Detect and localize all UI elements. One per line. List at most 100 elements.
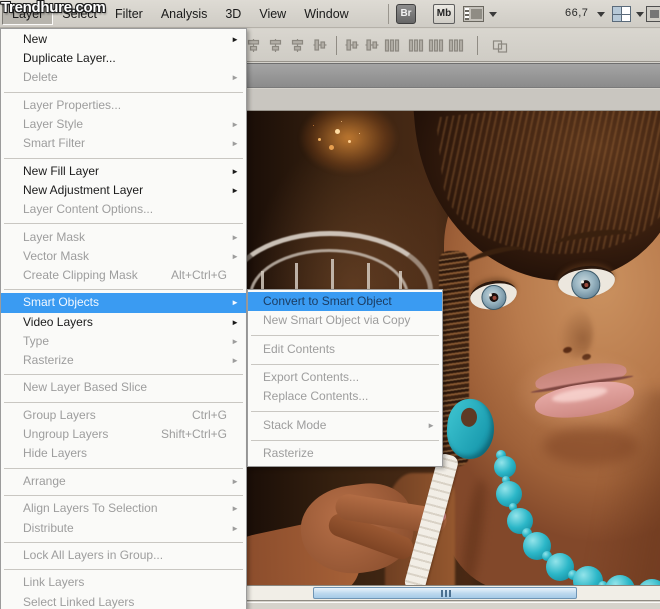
toolbar-separator — [388, 4, 389, 24]
menu-item-layer-properties: Layer Properties... — [1, 96, 246, 115]
submenu-arrow-icon: ► — [231, 115, 239, 134]
menu-separator — [1, 464, 246, 472]
options-separator — [336, 36, 337, 55]
menu-item-label: Lock All Layers in Group... — [23, 546, 163, 565]
options-separator — [477, 36, 478, 55]
menu-item-label: Link Layers — [23, 573, 84, 592]
submenu-arrow-icon: ► — [231, 181, 239, 200]
menu-item-label: Arrange — [23, 472, 66, 491]
menu-item-label: Convert to Smart Object — [263, 292, 392, 311]
menu-item-video-layers[interactable]: Video Layers ► — [1, 313, 246, 332]
distribute-left-edges-icon — [448, 38, 464, 53]
menu-separator — [1, 88, 246, 96]
menu-item-label: Align Layers To Selection — [23, 499, 158, 518]
menu-item-create-clipping-mask: Create Clipping Mask Alt+Ctrl+G — [1, 266, 246, 285]
menu-separator — [248, 407, 442, 416]
menu-item-type: Type► — [1, 332, 246, 351]
menu-item-label: Rasterize — [23, 351, 74, 370]
menu-item-label: Hide Layers — [23, 444, 87, 463]
menubar-item-3d[interactable]: 3D — [216, 4, 250, 25]
menu-item-hide-layers: Hide Layers — [1, 444, 246, 463]
align-horizontal-centers-icon — [268, 38, 284, 53]
smart-objects-submenu-popup: Convert to Smart ObjectNew Smart Object … — [247, 289, 443, 467]
menu-item-label: New Adjustment Layer — [23, 181, 143, 200]
menu-item-label: Group Layers — [23, 406, 96, 425]
submenu-arrow-icon: ► — [231, 472, 239, 491]
menu-item-new-fill-layer[interactable]: New Fill Layer ► — [1, 162, 246, 181]
menu-item-label: New Fill Layer — [23, 162, 99, 181]
menu-item-shortcut: Ctrl+G — [192, 406, 227, 425]
submenu-arrow-icon: ► — [231, 313, 239, 332]
submenu-arrow-icon: ► — [231, 162, 239, 181]
submenu-arrow-icon: ► — [231, 499, 239, 518]
menu-item-link-layers: Link Layers — [1, 573, 246, 592]
menu-item-edit-contents: Edit Contents — [248, 340, 442, 359]
menu-separator — [1, 398, 246, 406]
menu-item-export-contents: Export Contents... — [248, 368, 442, 387]
menu-item-select-linked-layers: Select Linked Layers — [1, 593, 246, 609]
layer-menu-popup: New►Duplicate Layer...Delete►Layer Prope… — [0, 28, 247, 609]
menu-item-label: Layer Style — [23, 115, 83, 134]
scrollbar-grip-icon — [445, 590, 447, 597]
menu-item-label: Edit Contents — [263, 340, 335, 359]
menu-item-arrange: Arrange ► — [1, 472, 246, 491]
menubar-item-analysis[interactable]: Analysis — [152, 4, 217, 25]
menu-separator — [1, 491, 246, 499]
view-extras-icon[interactable] — [463, 6, 484, 22]
screen-mode-icon[interactable] — [646, 6, 660, 22]
menu-separator — [248, 435, 442, 444]
zoom-dropdown-arrow-icon[interactable] — [597, 12, 605, 17]
menu-item-group-layers: Group Layers Ctrl+G — [1, 406, 246, 425]
menu-item-ungroup-layers: Ungroup Layers Shift+Ctrl+G — [1, 425, 246, 444]
menu-item-label: Layer Properties... — [23, 96, 121, 115]
menu-item-shortcut: Shift+Ctrl+G — [161, 425, 227, 444]
menu-item-label: Video Layers — [23, 313, 93, 332]
auto-align-layers-icon — [492, 38, 508, 53]
menubar-item-view[interactable]: View — [250, 4, 295, 25]
align-vertical-centers-icon — [344, 38, 360, 53]
zoom-level-value[interactable]: 66,7 — [565, 7, 588, 19]
menu-item-label: New Layer Based Slice — [23, 378, 147, 397]
align-left-edges-icon — [246, 38, 262, 53]
menubar-item-window[interactable]: Window — [295, 4, 357, 25]
menu-item-label: Vector Mask — [23, 247, 89, 266]
menu-separator — [1, 565, 246, 573]
menu-separator — [248, 330, 442, 339]
submenu-arrow-icon: ► — [231, 293, 239, 312]
menu-item-duplicate-layer[interactable]: Duplicate Layer... — [1, 49, 246, 68]
menu-item-new-adjustment-layer[interactable]: New Adjustment Layer ► — [1, 181, 246, 200]
submenu-arrow-icon: ► — [231, 68, 239, 87]
menu-item-shortcut: Alt+Ctrl+G — [171, 266, 227, 285]
menu-item-label: New — [23, 30, 47, 49]
menu-item-label: Duplicate Layer... — [23, 49, 116, 68]
distribute-bottom-edges-icon — [428, 38, 444, 53]
submenu-arrow-icon: ► — [231, 351, 239, 370]
submenu-arrow-icon: ► — [231, 519, 239, 538]
submenu-arrow-icon: ► — [231, 134, 239, 153]
menu-item-label: New Smart Object via Copy — [263, 311, 410, 330]
scrollbar-grip-icon — [449, 590, 451, 597]
menu-item-label: Ungroup Layers — [23, 425, 108, 444]
menu-item-label: Distribute — [23, 519, 74, 538]
view-extras-dropdown-arrow-icon[interactable] — [489, 12, 497, 17]
chandelier-lights — [335, 129, 340, 134]
menu-item-label: Rasterize — [263, 444, 314, 463]
launch-bridge-button[interactable]: Br — [396, 4, 416, 24]
menu-item-rasterize: Rasterize ► — [1, 351, 246, 370]
arrange-documents-dropdown-arrow-icon[interactable] — [636, 12, 644, 17]
menu-item-label: Replace Contents... — [263, 387, 368, 406]
arrange-documents-icon[interactable] — [612, 6, 631, 22]
menu-item-label: Stack Mode — [263, 416, 326, 435]
menu-item-replace-contents: Replace Contents... — [248, 387, 442, 406]
chandelier-glow — [301, 111, 396, 173]
submenu-arrow-icon: ► — [231, 247, 239, 266]
bed-frame-bar — [295, 263, 298, 291]
menubar-item-filter[interactable]: Filter — [106, 4, 152, 25]
menu-item-convert-to-smart-object[interactable]: Convert to Smart Object — [248, 292, 442, 311]
menu-item-label: Create Clipping Mask — [23, 266, 138, 285]
menu-item-vector-mask: Vector Mask ► — [1, 247, 246, 266]
menu-item-smart-objects[interactable]: Smart Objects► — [1, 293, 246, 312]
menu-item-new[interactable]: New► — [1, 30, 246, 49]
menu-separator — [1, 285, 246, 293]
launch-mini-bridge-button[interactable]: Mb — [433, 4, 455, 24]
